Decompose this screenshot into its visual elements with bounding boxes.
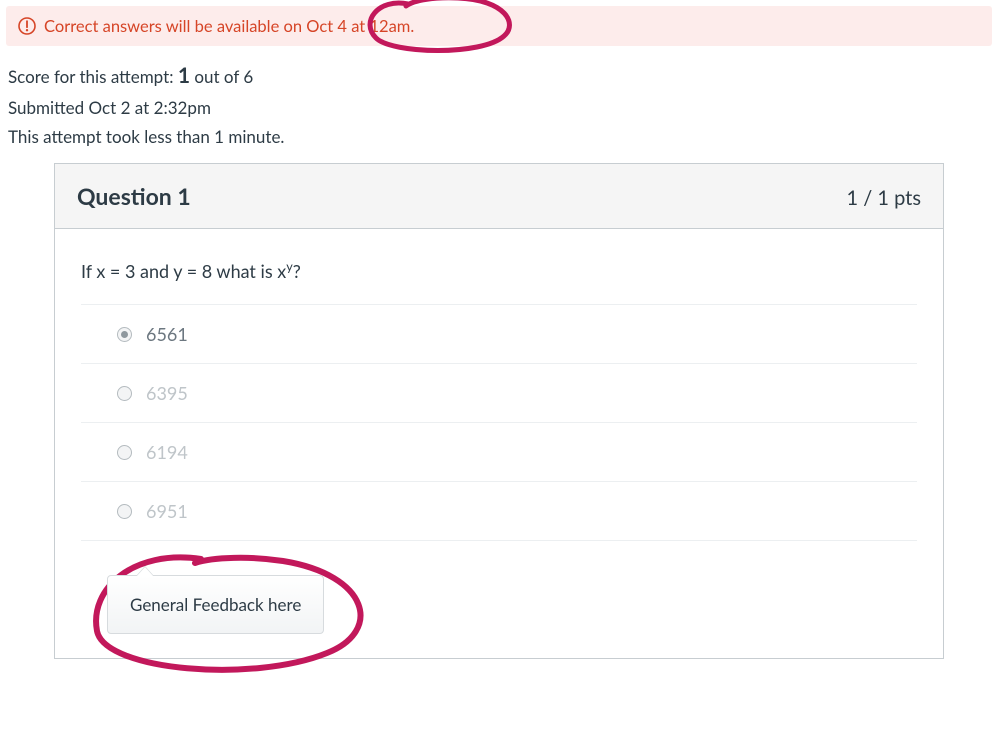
attempt-meta: Score for this attempt: 1 out of 6 Submi… — [6, 46, 992, 157]
alert-info-icon — [18, 17, 36, 35]
prompt-prefix: If x = 3 and y = 8 what is x — [81, 260, 286, 282]
answer-option[interactable]: 6561 — [81, 305, 917, 364]
prompt-suffix: ? — [293, 260, 301, 282]
radio-icon — [117, 327, 132, 342]
radio-icon — [117, 445, 132, 460]
attempt-score-line: Score for this attempt: 1 out of 6 — [8, 58, 992, 94]
question-title: Question 1 — [77, 182, 191, 210]
attempt-submitted-line: Submitted Oct 2 at 2:32pm — [8, 94, 992, 123]
question-header: Question 1 1 / 1 pts — [55, 164, 943, 229]
general-feedback-bubble: General Feedback here — [107, 575, 324, 634]
radio-icon — [117, 504, 132, 519]
answer-option[interactable]: 6951 — [81, 482, 917, 541]
answer-label: 6561 — [146, 323, 188, 345]
radio-icon — [117, 386, 132, 401]
question-points: 1 / 1 pts — [846, 186, 921, 210]
score-suffix: out of 6 — [190, 66, 253, 87]
answers-list: 6561 6395 6194 6951 — [81, 304, 917, 541]
score-earned: 1 — [178, 63, 190, 88]
answer-label: 6395 — [146, 382, 188, 404]
answer-option[interactable]: 6194 — [81, 423, 917, 482]
answer-label: 6194 — [146, 441, 188, 463]
correct-answers-alert: Correct answers will be available on Oct… — [6, 6, 992, 46]
score-prefix: Score for this attempt: — [8, 66, 178, 87]
alert-text: Correct answers will be available on Oct… — [44, 16, 414, 36]
question-card: Question 1 1 / 1 pts If x = 3 and y = 8 … — [54, 163, 944, 659]
question-prompt: If x = 3 and y = 8 what is xy? — [81, 259, 917, 304]
answer-label: 6951 — [146, 500, 188, 522]
answer-option[interactable]: 6395 — [81, 364, 917, 423]
attempt-duration-line: This attempt took less than 1 minute. — [8, 123, 992, 152]
feedback-text: General Feedback here — [130, 594, 301, 615]
